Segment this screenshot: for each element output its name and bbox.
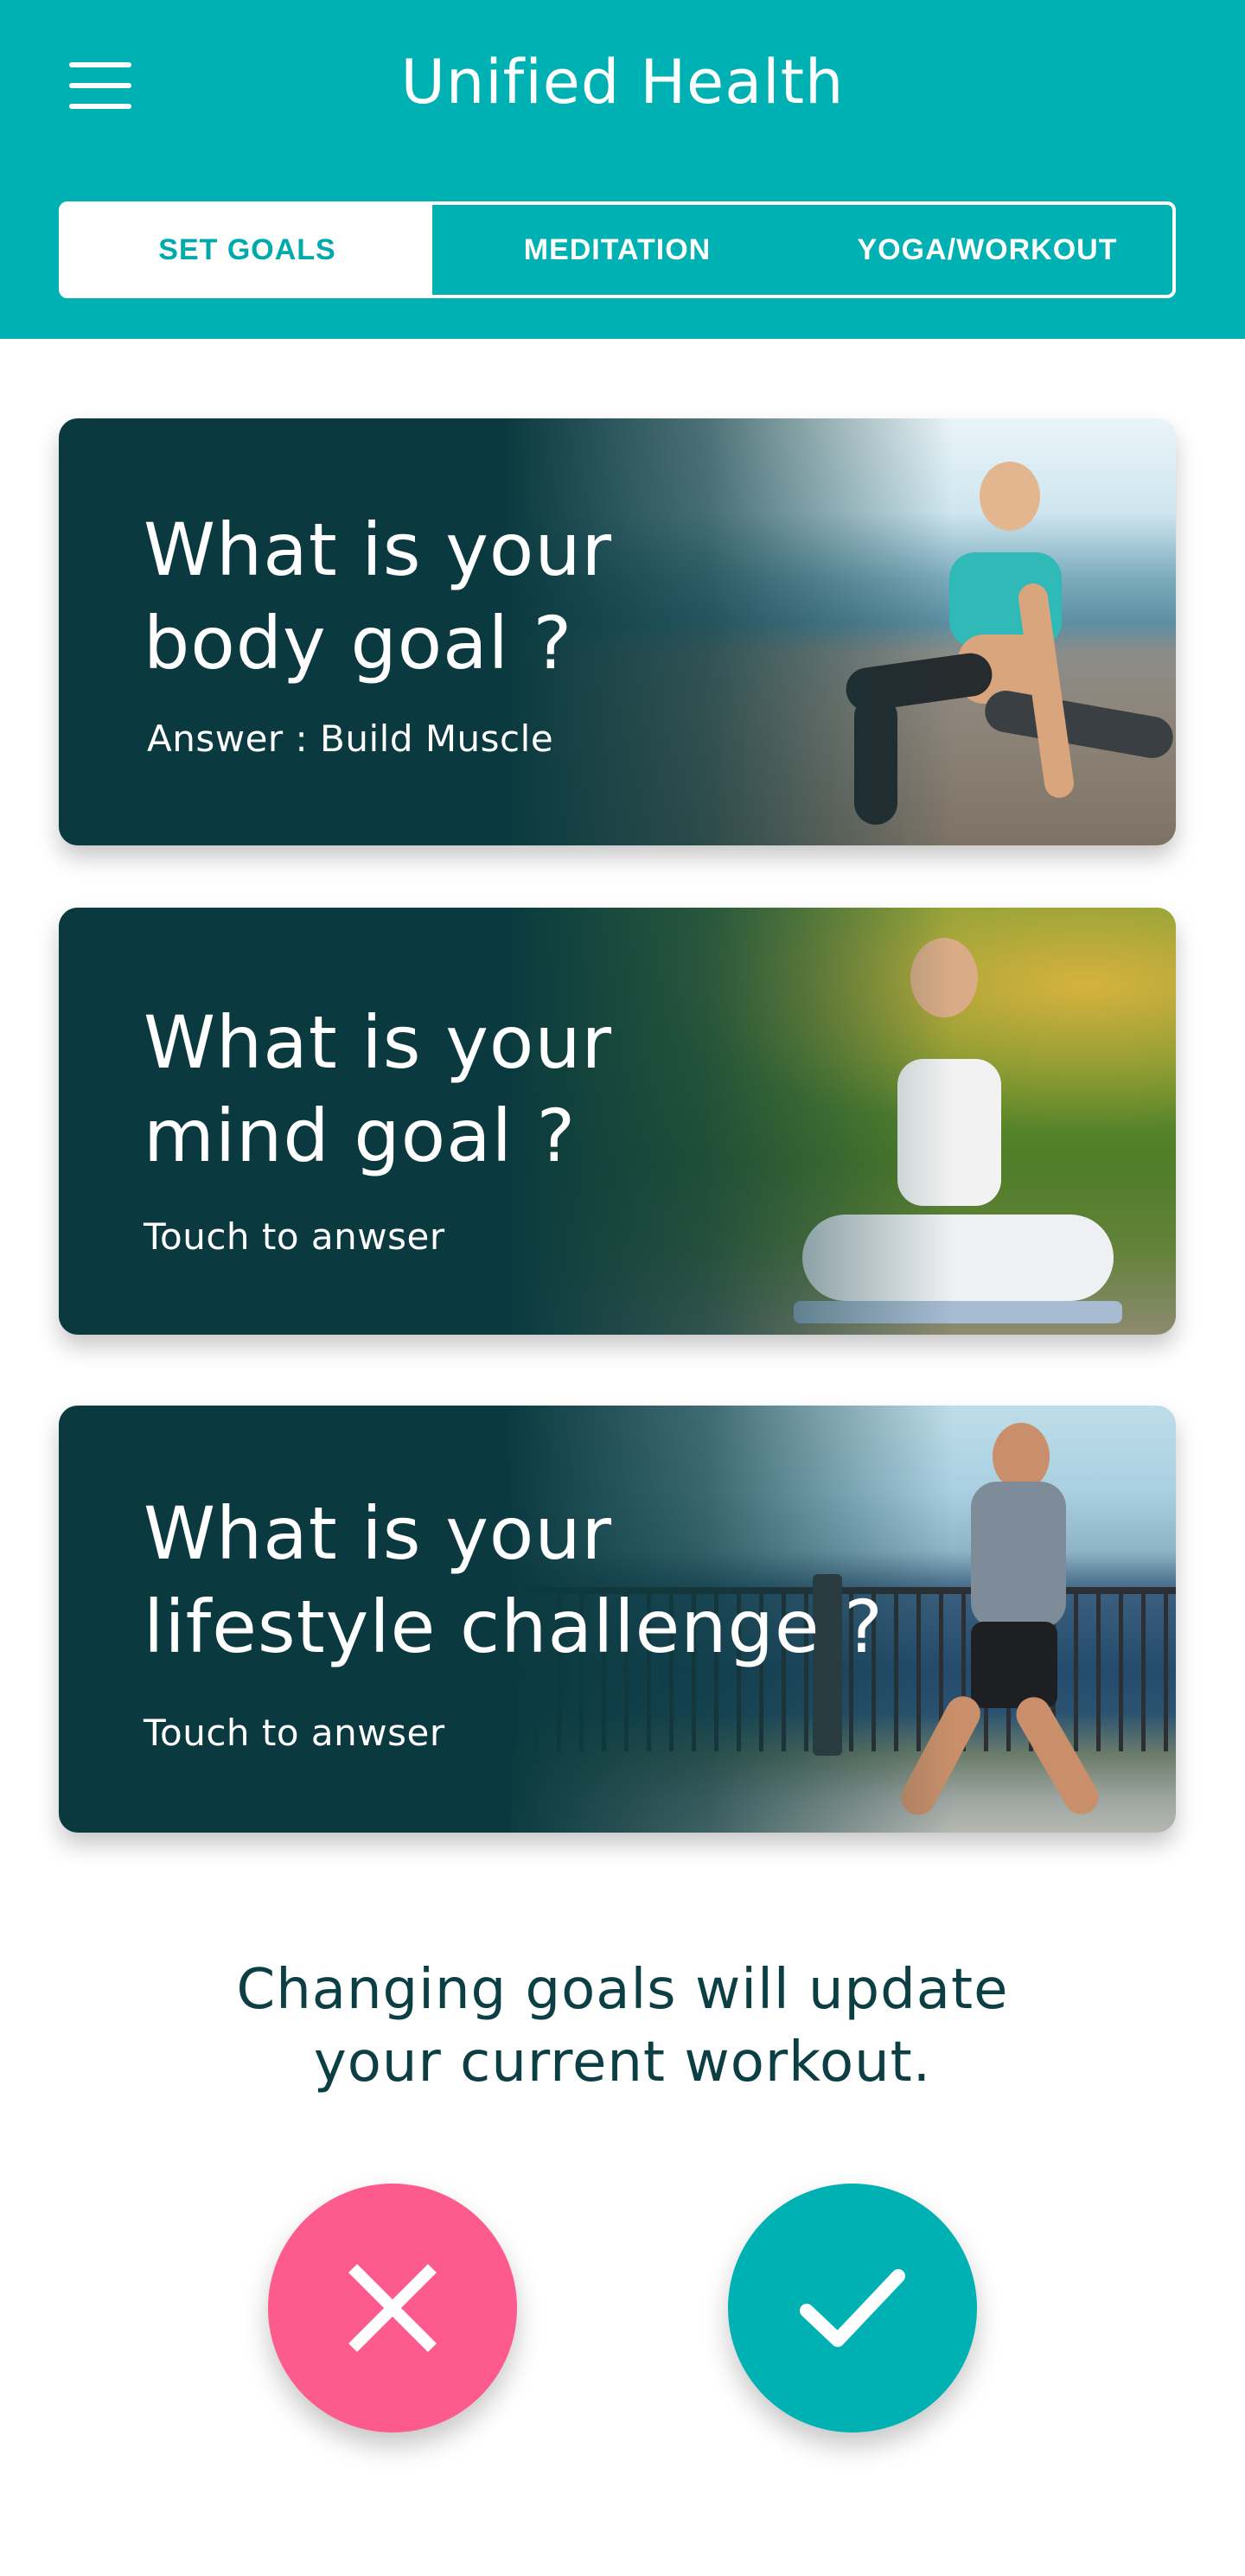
tab-meditation[interactable]: MEDITATION [432,205,802,295]
notice-line: your current workout. [313,2031,932,2095]
tab-set-goals[interactable]: SET GOALS [62,205,432,295]
body-goal-answer: Answer : Build Muscle [147,717,554,760]
mind-goal-answer: Touch to anwser [144,1215,445,1258]
app-header: Unified Health SET GOALS MEDITATION YOGA… [0,0,1245,339]
question-line: lifestyle challenge ? [144,1584,884,1669]
question-line: What is your [144,1491,613,1576]
app-title: Unified Health [400,47,845,118]
close-icon [348,2264,437,2352]
confirm-button[interactable] [728,2184,977,2433]
tab-yoga-workout[interactable]: YOGA/WORKOUT [802,205,1172,295]
body-goal-card[interactable]: What is your body goal ? Answer : Build … [59,418,1176,845]
body-goal-question: What is your body goal ? [144,503,612,690]
question-line: mind goal ? [144,1094,577,1178]
checkmark-icon [800,2269,905,2347]
notice-line: Changing goals will update [236,1958,1009,2022]
mind-goal-question: What is your mind goal ? [144,996,612,1183]
lifestyle-challenge-card[interactable]: What is your lifestyle challenge ? Touch… [59,1406,1176,1833]
question-line: body goal ? [144,601,573,685]
cancel-button[interactable] [268,2184,517,2433]
mind-goal-card[interactable]: What is your mind goal ? Touch to anwser [59,908,1176,1335]
update-warning-text: Changing goals will update your current … [0,1954,1245,2099]
tab-bar: SET GOALS MEDITATION YOGA/WORKOUT [59,201,1176,298]
lifestyle-challenge-question: What is your lifestyle challenge ? [144,1487,884,1674]
question-line: What is your [144,1000,613,1085]
lifestyle-challenge-answer: Touch to anwser [144,1712,445,1754]
question-line: What is your [144,507,613,592]
